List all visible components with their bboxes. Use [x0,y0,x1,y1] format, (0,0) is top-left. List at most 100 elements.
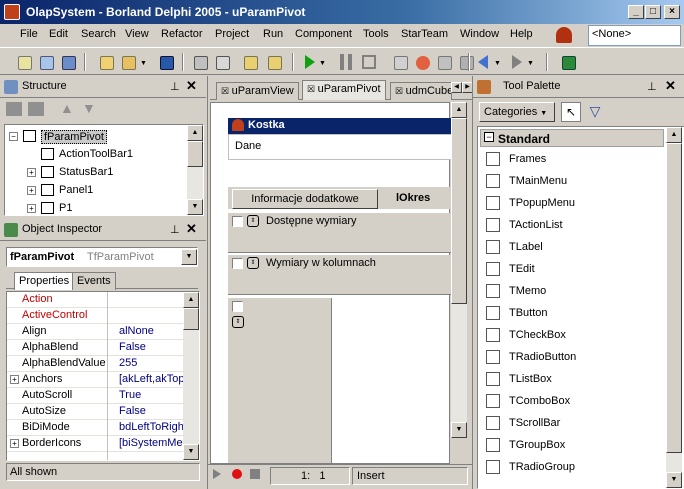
tab-uparamview[interactable]: ☒ uParamView [216,82,299,100]
forward-arrow-icon[interactable] [512,55,522,69]
filter-icon[interactable]: ▽ [585,102,605,122]
back-dropdown-icon[interactable]: ▼ [494,60,501,67]
updown-icon[interactable]: ⇕ [247,215,259,227]
dropdown-arrow-icon[interactable]: ▼ [140,60,147,67]
structure-action-icon[interactable] [6,102,22,116]
stop-macro-icon[interactable] [250,469,260,479]
palette-item[interactable]: TScrollBar [478,412,666,434]
updown-icon[interactable]: ⇕ [247,257,259,269]
tab-scroll-left-icon[interactable]: ◀ [451,82,462,93]
open-icon[interactable] [36,52,56,72]
inspector-scrollbar[interactable]: ▲ ▼ [183,292,199,460]
menu-help[interactable]: Help [510,28,533,40]
palette-item[interactable]: TMainMenu [478,170,666,192]
save-icon[interactable] [156,52,176,72]
structure-scrollbar[interactable]: ▲ ▼ [187,125,203,215]
dane-panel[interactable]: Dane [228,134,454,160]
tree-node[interactable]: ActionToolBar1 [5,146,187,164]
property-row[interactable]: + Anchors [akLeft,akTop] [7,372,188,388]
inspector-close-icon[interactable]: ✕ [186,221,197,237]
column-dimensions-panel[interactable]: ⇕ Wymiary w kolumnach [228,255,454,295]
expand-icon[interactable]: + [27,186,36,195]
tab-uparampivot[interactable]: ☒ uParamPivot [302,80,386,100]
palette-item[interactable]: Frames [478,148,666,170]
property-value[interactable]: False [119,405,146,417]
property-row[interactable]: ActiveControl [7,308,183,324]
property-row[interactable]: AlphaBlend False [7,340,183,356]
object-selector[interactable]: fParamPivot TfParamPivot ▼ [6,247,198,267]
menu-window[interactable]: Window [460,28,499,40]
menu-tools[interactable]: Tools [363,28,389,40]
property-row[interactable]: AlphaBlendValue 255 [7,356,183,372]
new-form-icon[interactable] [96,52,116,72]
view-form-icon[interactable] [212,52,232,72]
stop-icon[interactable] [362,55,376,69]
palette-item[interactable]: TRadioGroup [478,456,666,478]
palette-scrollbar[interactable]: ▲ ▼ [666,127,682,488]
palette-item[interactable]: TPopupMenu [478,192,666,214]
palette-item[interactable]: TButton [478,302,666,324]
tree-node[interactable]: − fParamPivot [5,128,187,146]
maximize-button[interactable]: □ [645,5,661,19]
property-row[interactable]: Action [7,292,183,308]
property-row[interactable]: + BorderIcons [biSystemMenu [7,436,195,452]
property-row[interactable]: BiDiMode bdLeftToRight [7,420,187,436]
open-project-icon[interactable] [118,52,138,72]
palette-item[interactable]: TCheckBox [478,324,666,346]
property-value[interactable]: 255 [119,357,137,369]
expand-icon[interactable]: + [10,375,19,384]
palette-item[interactable]: TGroupBox [478,434,666,456]
run-to-cursor-icon[interactable] [434,52,454,72]
structure-close-icon[interactable]: ✕ [186,78,197,94]
minimize-button[interactable]: _ [628,5,644,19]
property-row[interactable]: AutoSize False [7,404,183,420]
record-macro-icon[interactable] [232,469,242,479]
forward-dropdown-icon[interactable]: ▼ [527,60,534,67]
menu-project[interactable]: Project [215,28,249,40]
menu-component[interactable]: Component [295,28,352,40]
property-value[interactable]: True [119,389,141,401]
save-all-icon[interactable] [58,52,78,72]
collapse-icon[interactable]: − [9,132,18,141]
new-items-icon[interactable] [14,52,34,72]
menu-file[interactable]: File [20,28,38,40]
property-value[interactable]: alNone [119,325,154,337]
help-book-icon[interactable] [558,52,578,72]
tab-properties[interactable]: Properties [14,272,75,290]
editor-scrollbar[interactable]: ▲ ▼ [451,102,467,438]
palette-item[interactable]: TComboBox [478,390,666,412]
structure-action-icon[interactable] [28,102,44,116]
configuration-combo[interactable]: <None> [588,25,681,46]
pause-icon[interactable] [340,54,344,70]
remove-file-icon[interactable] [264,52,284,72]
property-value[interactable]: False [119,341,146,353]
pin-icon[interactable]: ⊥ [170,80,180,93]
menu-search[interactable]: Search [81,28,116,40]
updown-icon[interactable]: ⇕ [232,316,244,328]
palette-item[interactable]: TMemo [478,280,666,302]
scroll-thumb[interactable] [666,143,682,453]
pointer-icon[interactable]: ↖ [561,102,581,122]
checkbox-icon[interactable] [232,216,243,227]
property-row[interactable]: Align alNone [7,324,183,340]
property-row[interactable]: AutoScroll True [7,388,183,404]
step-over-icon[interactable] [412,52,432,72]
palette-item[interactable]: TLabel [478,236,666,258]
palette-item[interactable]: TListBox [478,368,666,390]
checkbox-icon[interactable] [232,301,243,312]
pin-icon[interactable]: ⊥ [647,80,657,93]
collapse-icon[interactable]: − [484,132,494,142]
info-button[interactable]: Informacje dodatkowe [232,189,378,209]
run-dropdown-icon[interactable]: ▼ [319,60,326,67]
back-arrow-icon[interactable] [478,55,488,69]
menu-refactor[interactable]: Refactor [161,28,203,40]
palette-close-icon[interactable]: ✕ [665,78,676,94]
expand-icon[interactable]: + [10,439,19,448]
property-value[interactable]: bdLeftToRight [119,421,187,433]
add-file-icon[interactable] [240,52,260,72]
scroll-thumb[interactable] [187,141,203,167]
tree-node[interactable]: + StatusBar1 [5,164,187,182]
row-dimensions-panel[interactable]: ⇕ [228,298,332,463]
chevron-down-icon[interactable]: ▼ [181,249,197,265]
menu-view[interactable]: View [125,28,149,40]
